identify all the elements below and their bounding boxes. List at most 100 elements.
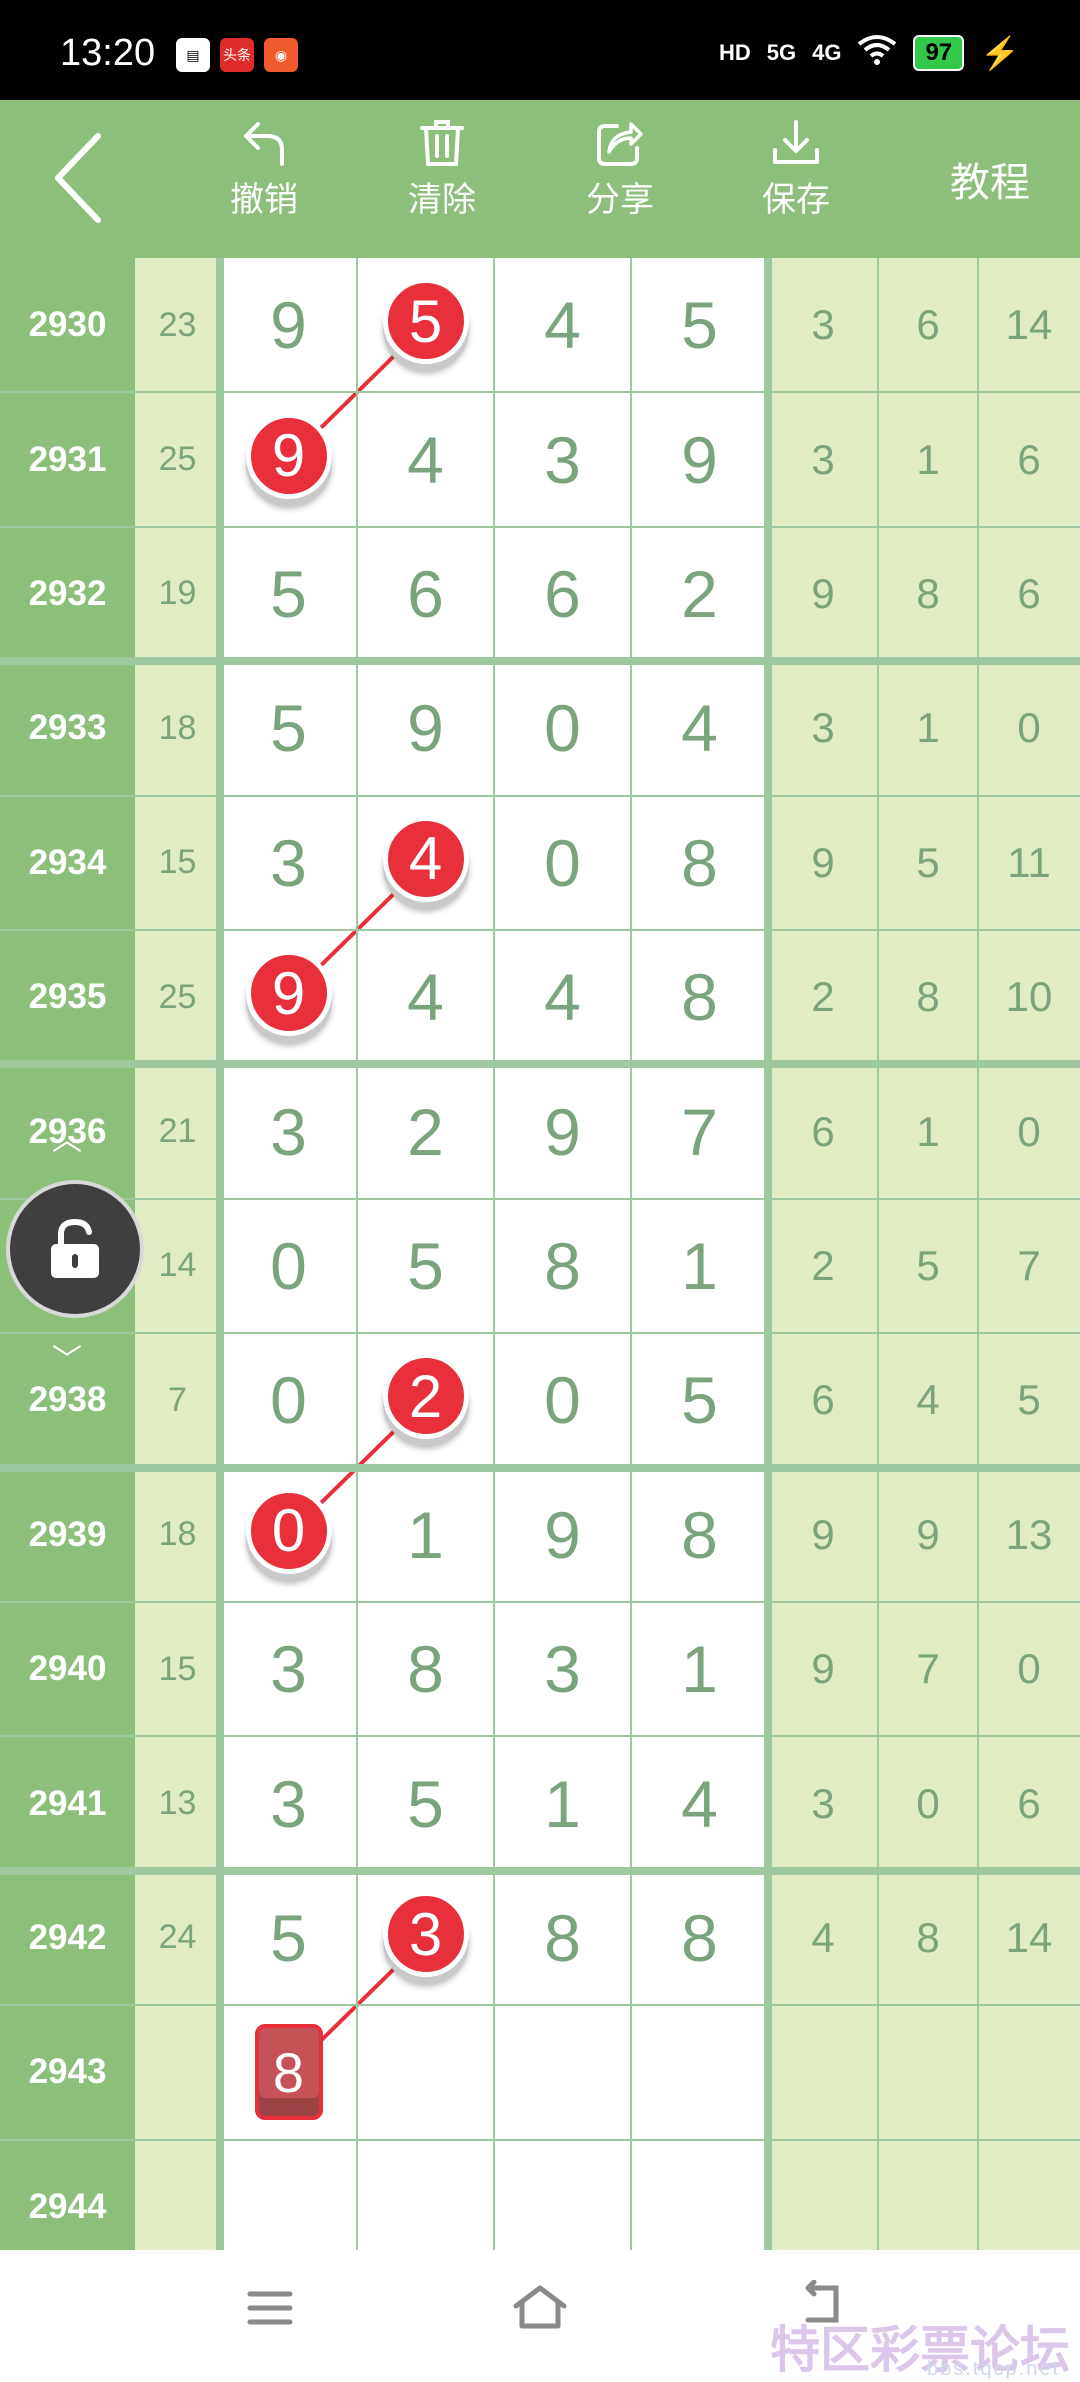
tutorial-button[interactable]: 教程 (950, 150, 1030, 208)
digit-cell: 4 (544, 288, 581, 363)
taobao-icon: ◉ (264, 38, 298, 72)
stat-cell: 8 (916, 973, 940, 1021)
lottery-trend-grid[interactable]: 2930239545361429312594393162932195662986… (0, 258, 1080, 2250)
menu-icon[interactable] (246, 2288, 294, 2328)
stat-cell: 6 (1017, 569, 1041, 617)
issue-number: 2942 (28, 1917, 107, 1957)
scroll-up-icon[interactable]: ︿ (52, 1115, 82, 1159)
clear-label: 清除 (408, 181, 476, 219)
digit-sum: 21 (158, 1112, 197, 1151)
digit-cell: 9 (544, 1497, 581, 1572)
stat-cell (878, 2140, 978, 2250)
digit-cell: 3 (544, 422, 581, 497)
stat-cell: 1 (916, 435, 940, 483)
undo-label: 撤销 (230, 181, 298, 219)
stat-cell: 8 (916, 1913, 940, 1961)
stat-cell (978, 2005, 1080, 2139)
stat-cell (978, 2140, 1080, 2250)
selected-number-marker[interactable]: 9 (245, 950, 332, 1037)
selected-number-marker[interactable]: 4 (382, 815, 469, 902)
battery-indicator: 97 (913, 35, 965, 71)
hd-signal-icon: HD (718, 40, 751, 65)
digit-cell: 5 (681, 288, 718, 363)
digit-cell: 8 (544, 1228, 581, 1303)
share-button[interactable]: 分享 (560, 118, 680, 221)
stat-cell (768, 2005, 878, 2139)
toutiao-icon: 头条 (220, 38, 254, 72)
issue-number: 2934 (28, 842, 107, 882)
selected-number-marker[interactable]: 9 (245, 412, 332, 499)
stat-cell: 5 (916, 838, 940, 886)
digit-cell: 9 (544, 1094, 581, 1169)
5g-signal-icon: 5G (766, 40, 797, 65)
stat-cell: 0 (1017, 1107, 1041, 1155)
selected-number-marker[interactable]: 8 (254, 2024, 323, 2121)
digit-sum: 15 (158, 1649, 197, 1688)
home-icon[interactable] (510, 2282, 570, 2332)
download-icon (773, 120, 819, 164)
issue-number: 2939 (28, 1514, 107, 1554)
stat-cell: 3 (811, 704, 835, 752)
digit-cell: 6 (544, 556, 581, 631)
digit-cell: 9 (681, 422, 718, 497)
digit-cell: 8 (681, 1900, 718, 1975)
issue-number: 2933 (28, 708, 107, 748)
stat-cell: 0 (916, 1779, 940, 1827)
selected-number-marker[interactable]: 3 (382, 1891, 469, 1977)
digit-cell: 0 (270, 1363, 307, 1438)
trash-icon (420, 120, 464, 166)
digit-cell: 2 (681, 556, 718, 631)
stat-cell: 8 (916, 569, 940, 617)
digit-cell: 3 (544, 1632, 581, 1707)
selected-number-marker[interactable]: 5 (382, 278, 469, 365)
digit-cell: 6 (407, 556, 444, 631)
save-label: 保存 (762, 181, 830, 219)
digit-cell: 0 (544, 691, 581, 766)
save-button[interactable]: 保存 (736, 118, 856, 221)
back-button[interactable] (48, 128, 108, 233)
issue-number: 2944 (28, 2186, 107, 2226)
digit-cell: 0 (270, 1228, 307, 1303)
digit-cell: 4 (407, 422, 444, 497)
stat-cell: 5 (916, 1241, 940, 1289)
selected-number-marker[interactable]: 0 (245, 1487, 332, 1574)
stat-cell: 9 (811, 1510, 835, 1558)
stat-cell: 7 (1017, 1241, 1041, 1289)
digit-cell (357, 2005, 494, 2139)
chevron-left-icon (55, 133, 101, 223)
stat-cell: 11 (1007, 838, 1051, 886)
status-bar: 13:20 ▤ 头条 ◉ HD 5G 4G 97 ⚡ (0, 0, 1080, 100)
notes-icon: ▤ (176, 38, 210, 72)
digit-cell: 5 (407, 1766, 444, 1841)
issue-number: 2935 (28, 977, 107, 1017)
4g-signal-icon: 4G (812, 40, 842, 65)
undo-button[interactable]: 撤销 (204, 118, 324, 221)
lock-button[interactable] (6, 1180, 144, 1318)
digit-sum: 7 (168, 1380, 187, 1419)
digit-cell: 3 (270, 1632, 307, 1707)
clear-button[interactable]: 清除 (382, 118, 502, 221)
stat-cell: 6 (811, 1107, 835, 1155)
digit-sum: 24 (158, 1918, 197, 1957)
digit-sum: 13 (158, 1784, 197, 1823)
stat-cell: 9 (811, 569, 835, 617)
digit-cell: 5 (270, 1900, 307, 1975)
digit-cell: 4 (681, 1766, 718, 1841)
digit-cell (494, 2005, 631, 2139)
issue-number: 2931 (28, 439, 107, 479)
digit-cell (357, 2140, 494, 2250)
digit-cell: 0 (544, 1363, 581, 1438)
charging-icon: ⚡ (980, 35, 1020, 71)
stat-cell: 9 (811, 1645, 835, 1693)
digit-cell: 3 (270, 1094, 307, 1169)
digit-cell: 8 (544, 1900, 581, 1975)
digit-sum (135, 2140, 220, 2250)
selected-number-marker[interactable]: 2 (382, 1353, 469, 1440)
stat-cell: 2 (811, 1241, 835, 1289)
stat-cell (768, 2140, 878, 2250)
digit-sum: 18 (158, 1515, 197, 1554)
stat-cell: 5 (1017, 1376, 1041, 1424)
stat-cell: 3 (811, 435, 835, 483)
stat-cell: 6 (1017, 435, 1041, 483)
scroll-down-icon[interactable]: ﹀ (52, 1335, 82, 1379)
